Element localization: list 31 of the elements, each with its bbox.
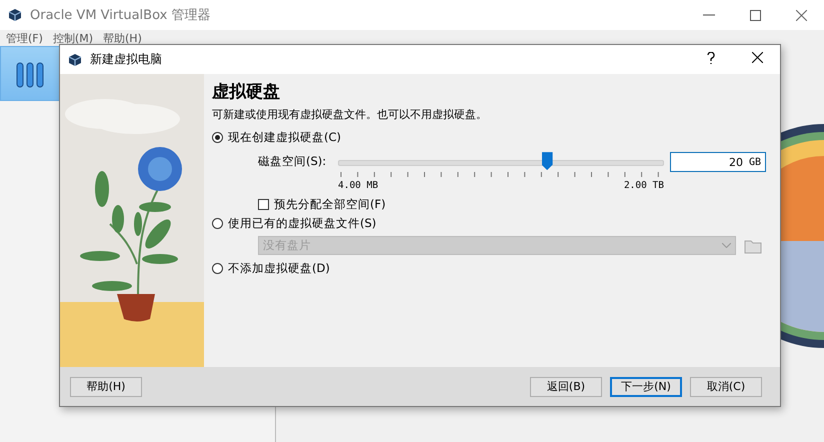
section-heading: 虚拟硬盘 [212,81,281,104]
minimize-icon [703,14,715,16]
maximize-icon [750,10,760,20]
menu-item[interactable]: 管理(F) [6,30,43,46]
unit-label: GB [748,156,761,168]
min-size-label: 4.00 MB [338,180,378,192]
menu-item[interactable]: 控制(M) [52,30,93,46]
radio-option[interactable]: 现在创建虚拟硬盘(C) [212,128,342,146]
slider-label: 磁盘空间(S): [258,154,328,170]
radio-option[interactable]: 使用已有的虚拟硬盘文件(S) [212,214,376,232]
chevron-down-icon [722,243,731,248]
dialog-title: 新建虚拟电脑 [90,51,163,68]
close-icon [796,10,806,20]
radio-option[interactable]: 不添加虚拟硬盘(D) [212,259,330,278]
max-size-label: 2.00 TB [624,180,664,192]
cube-logo-icon [8,8,22,22]
disk-size-slider[interactable] [338,152,664,172]
menu-item[interactable]: 帮助(H) [103,30,142,46]
description-text: 可新建或使用现有虚拟硬盘文件。也可以不用虚拟硬盘。 [212,107,488,122]
dialog-button[interactable]: 返回(B) [530,376,602,397]
slider-thumb[interactable] [542,152,553,170]
window-title: Oracle VM VirtualBox 管理器 [30,7,212,24]
cube-logo-icon [68,52,82,67]
dialog-button[interactable]: 取消(C) [690,376,762,397]
question-mark-icon [707,52,715,64]
tools-button[interactable] [0,46,60,101]
dialog-button[interactable]: 下一步(N) [610,376,682,397]
dialog-button[interactable]: 帮助(H) [70,376,142,397]
close-icon [752,52,762,64]
preallocate-checkbox[interactable]: 预先分配全部空间(F) [212,194,770,214]
disk-size-field[interactable]: 20 GB [670,152,766,172]
